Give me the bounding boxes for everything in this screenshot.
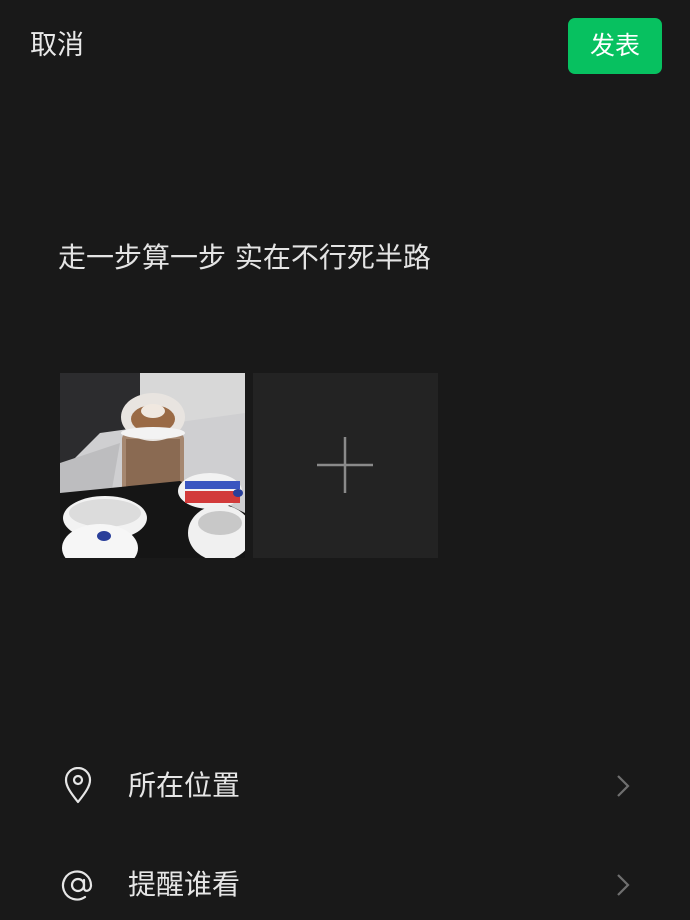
cancel-button[interactable]: 取消 <box>30 28 84 64</box>
location-row[interactable]: 所在位置 <box>0 756 690 816</box>
location-label: 所在位置 <box>128 769 241 802</box>
at-sign-icon <box>61 870 93 901</box>
chevron-right-icon <box>617 874 630 896</box>
mention-row[interactable]: 提醒谁看 <box>0 855 690 915</box>
location-pin-icon <box>64 767 92 804</box>
publish-button[interactable]: 发表 <box>568 18 662 74</box>
mention-label: 提醒谁看 <box>128 868 241 901</box>
plus-icon <box>317 437 373 493</box>
photo-image <box>60 373 245 558</box>
chevron-right-icon <box>617 775 630 797</box>
add-photo-button[interactable] <box>253 373 438 558</box>
photo-thumbnail[interactable] <box>60 373 245 558</box>
post-text[interactable]: 走一步算一步 实在不行死半路 <box>58 238 431 278</box>
